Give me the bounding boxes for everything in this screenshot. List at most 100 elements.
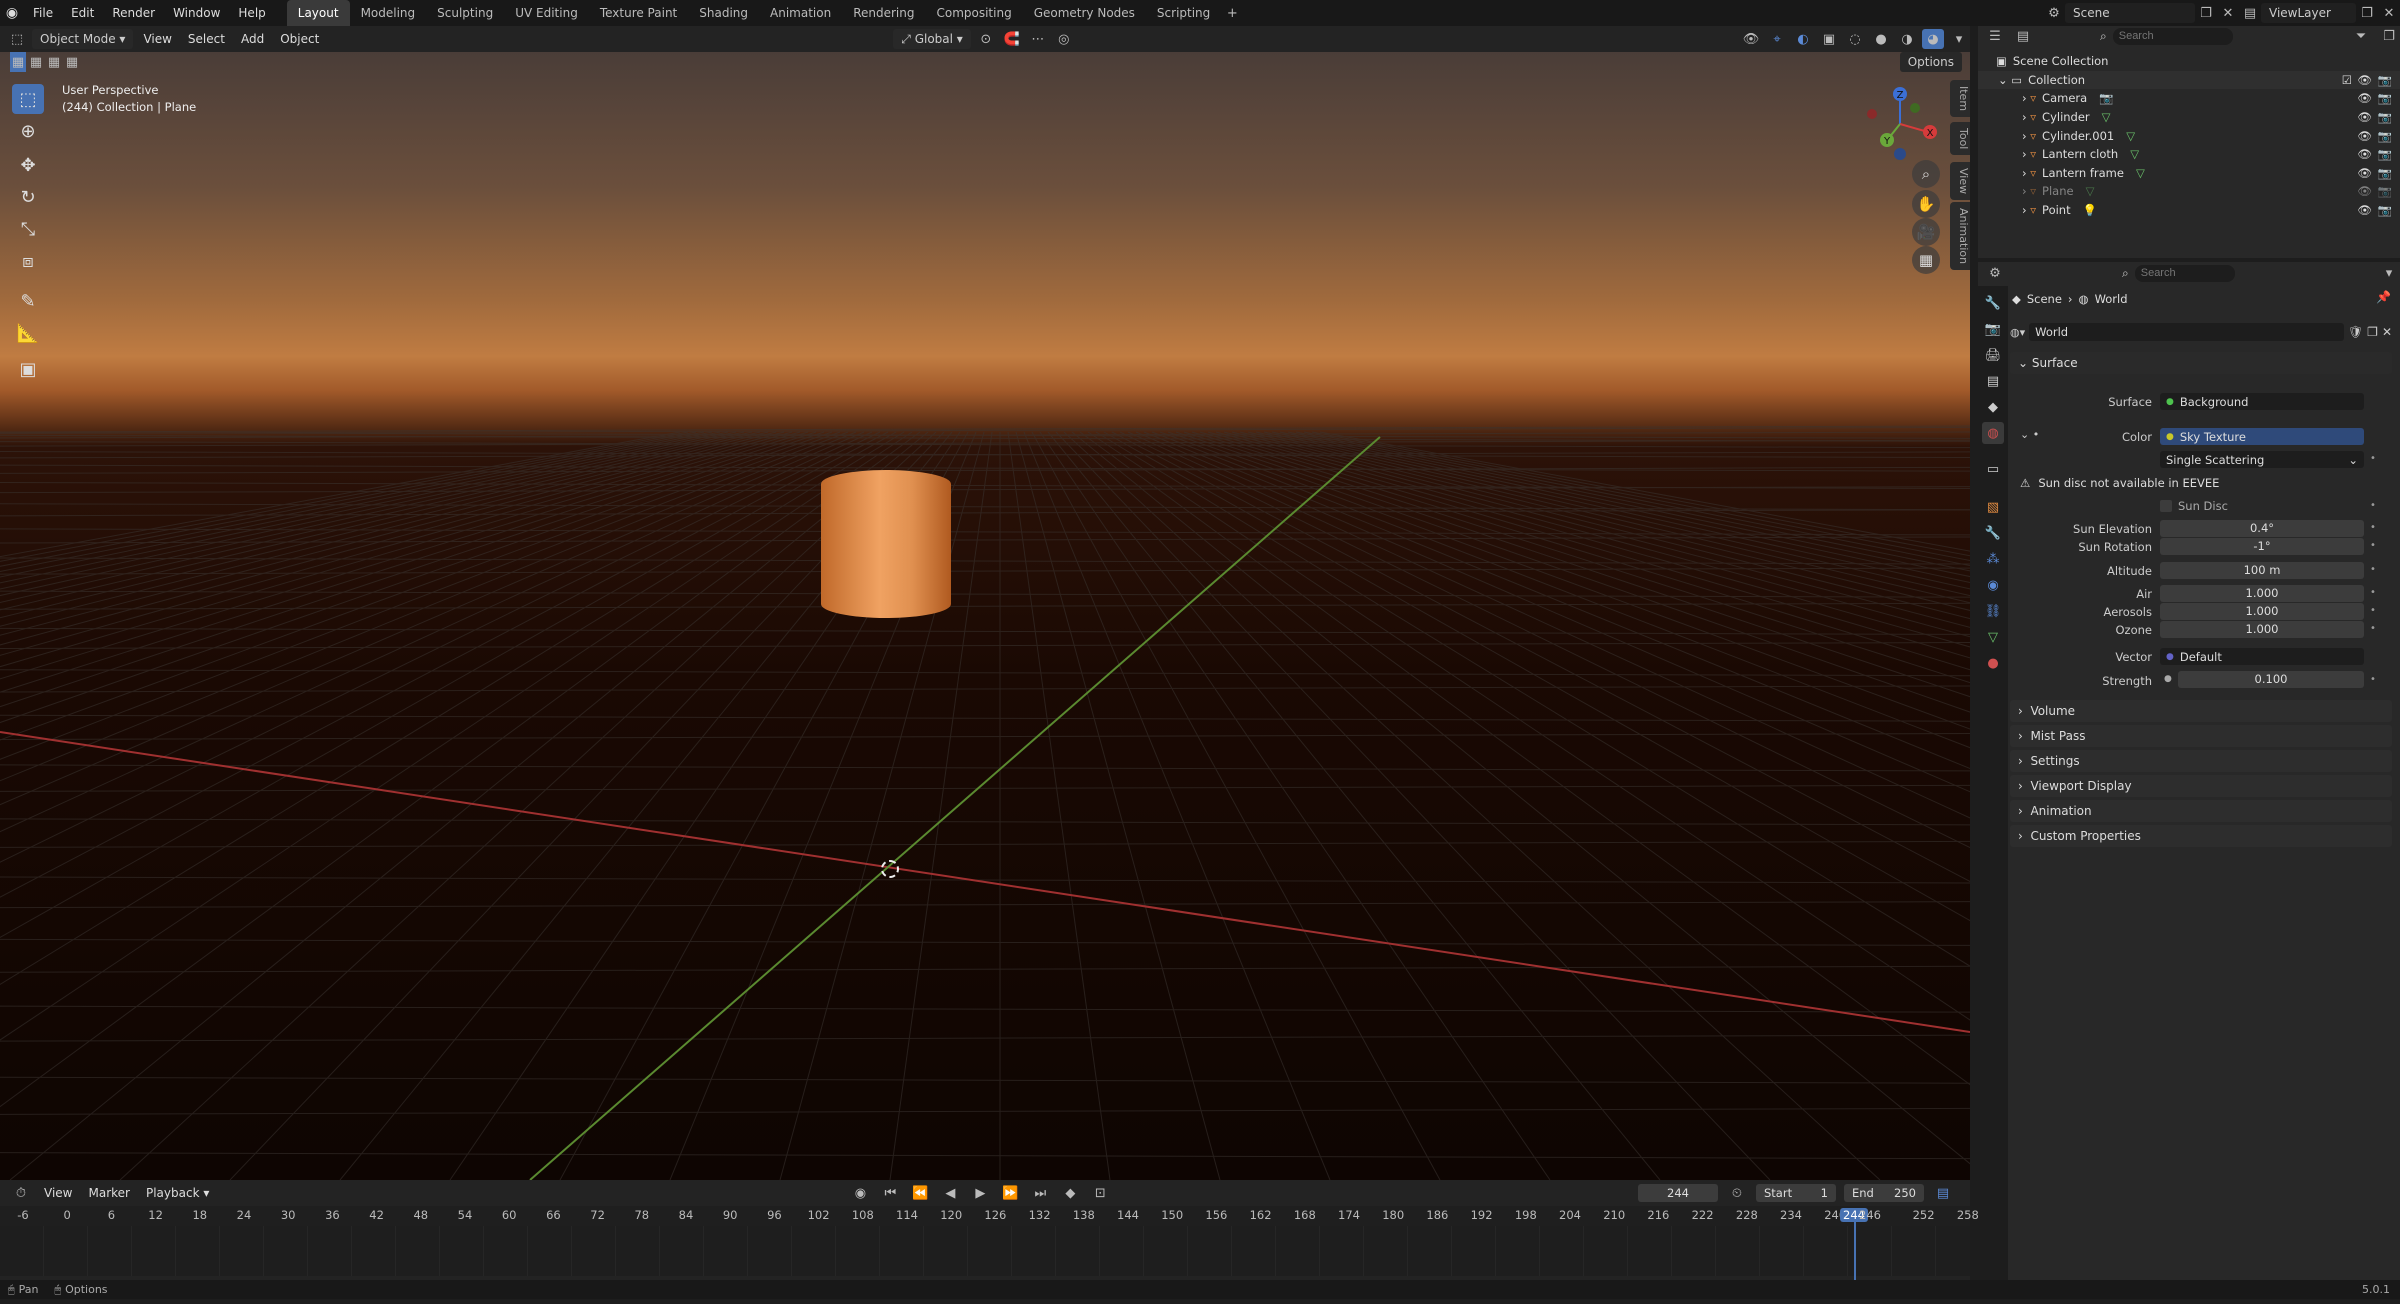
properties-search-input[interactable]: [2134, 264, 2235, 282]
menu-window[interactable]: Window: [164, 0, 229, 26]
item-render-icon[interactable]: 📷: [2378, 203, 2392, 217]
panel-header-custom-properties[interactable]: › Custom Properties: [2010, 825, 2392, 847]
viewport-menu-object[interactable]: Object: [274, 26, 325, 52]
end-frame-field[interactable]: End 250: [1844, 1184, 1924, 1202]
view-layer-icon[interactable]: ▤: [2239, 3, 2261, 23]
world-browse-icon[interactable]: ◍▾: [2010, 326, 2025, 339]
tab-uv-editing[interactable]: UV Editing: [504, 0, 589, 26]
expand-icon[interactable]: ›: [2022, 110, 2030, 124]
tab-texture-paint[interactable]: Texture Paint: [589, 0, 688, 26]
menu-render[interactable]: Render: [103, 0, 164, 26]
sky-field-input[interactable]: -1°: [2160, 538, 2364, 555]
tab-layout[interactable]: Layout: [286, 0, 350, 26]
transform-orientation-dropdown[interactable]: ⤢ Global ▾: [893, 29, 971, 49]
panel-header-volume[interactable]: › Volume: [2010, 700, 2392, 722]
item-visibility-icon[interactable]: 👁: [2357, 166, 2372, 180]
zoom-icon[interactable]: ⌕: [1912, 160, 1940, 188]
tab-compositing[interactable]: Compositing: [925, 0, 1022, 26]
select-extend-icon[interactable]: ▦: [28, 52, 44, 72]
properties-editor-type-icon[interactable]: ⚙: [1984, 263, 2006, 283]
3d-cursor-icon[interactable]: [881, 860, 899, 878]
shading-rendered-icon[interactable]: ◕: [1922, 29, 1944, 49]
color-input-field[interactable]: ● Sky Texture: [2160, 428, 2364, 445]
select-new-icon[interactable]: ▦: [10, 52, 26, 72]
expand-icon[interactable]: ›: [2022, 184, 2030, 198]
output-tab-icon[interactable]: 🖨: [1982, 344, 2004, 366]
sky-field-keyframe-dot[interactable]: •: [2370, 564, 2376, 575]
menu-file[interactable]: File: [24, 0, 62, 26]
constraints-tab-icon[interactable]: ⛓: [1982, 600, 2004, 622]
camera-view-icon[interactable]: 🎥: [1912, 218, 1940, 246]
tool-tab-icon[interactable]: 🔧: [1982, 292, 2004, 314]
view-layer-name-field[interactable]: ViewLayer: [2261, 3, 2356, 23]
item-visibility-icon[interactable]: 👁: [2357, 91, 2372, 105]
tab-rendering[interactable]: Rendering: [842, 0, 925, 26]
panel-header-settings[interactable]: › Settings: [2010, 750, 2392, 772]
collection-checkbox[interactable]: ☑: [2342, 73, 2352, 87]
expand-icon[interactable]: ›: [2022, 166, 2030, 180]
render-tab-icon[interactable]: 📷: [1982, 318, 2004, 340]
sky-field-input[interactable]: 1.000: [2160, 621, 2364, 638]
item-visibility-icon[interactable]: 👁: [2357, 203, 2372, 217]
sky-field-keyframe-dot[interactable]: •: [2370, 623, 2376, 634]
outliner-editor-type-icon[interactable]: ☰: [1984, 26, 2006, 46]
outliner-item-row[interactable]: › ▿ Point 💡 👁 📷: [1978, 201, 2400, 220]
scene-name-field[interactable]: Scene: [2065, 3, 2195, 23]
item-visibility-icon[interactable]: 👁: [2357, 184, 2372, 198]
expand-icon[interactable]: ›: [2022, 91, 2030, 105]
sky-field-input[interactable]: 1.000: [2160, 585, 2364, 602]
snap-icon[interactable]: 🧲: [1001, 29, 1023, 49]
play-icon[interactable]: ▶: [969, 1183, 991, 1203]
item-visibility-icon[interactable]: 👁: [2357, 129, 2372, 143]
sky-field-input[interactable]: 1.000: [2160, 603, 2364, 620]
xray-icon[interactable]: ▣: [1818, 29, 1840, 49]
cylinder-object[interactable]: [821, 470, 951, 618]
visibility-icon[interactable]: 👁: [1740, 29, 1762, 49]
fake-user-icon[interactable]: 🛡: [2348, 325, 2363, 339]
item-visibility-icon[interactable]: 👁: [2357, 110, 2372, 124]
cursor-tool-icon[interactable]: ⊕: [12, 116, 44, 146]
duplicate-world-icon[interactable]: ❐: [2367, 325, 2378, 339]
jump-keyframe-forward-icon[interactable]: ⏩: [999, 1183, 1021, 1203]
overlay-toggle-icon[interactable]: ◐: [1792, 29, 1814, 49]
keying-set-icon[interactable]: ⊡: [1089, 1183, 1111, 1203]
sun-disc-checkbox-row[interactable]: Sun Disc: [2160, 497, 2228, 515]
add-cube-tool-icon[interactable]: ▣: [12, 354, 44, 384]
gizmo-toggle-icon[interactable]: ⌖: [1766, 29, 1788, 49]
measure-tool-icon[interactable]: 📐: [12, 318, 44, 348]
shading-solid-icon[interactable]: ●: [1870, 29, 1892, 49]
strength-keyframe-dot[interactable]: •: [2370, 674, 2376, 685]
jump-end-icon[interactable]: ⏭: [1029, 1183, 1051, 1203]
new-collection-icon[interactable]: ❐: [2378, 26, 2400, 46]
rotate-tool-icon[interactable]: ↻: [12, 182, 44, 212]
panel-header-mist-pass[interactable]: › Mist Pass: [2010, 725, 2392, 747]
proportional-edit-icon[interactable]: ◎: [1053, 29, 1075, 49]
surface-panel-header[interactable]: ⌄ Surface: [2010, 352, 2392, 374]
viewport-menu-add[interactable]: Add: [235, 26, 270, 52]
menu-edit[interactable]: Edit: [62, 0, 103, 26]
item-render-icon[interactable]: 📷: [2378, 110, 2392, 124]
preview-range-icon[interactable]: ⏲: [1726, 1183, 1748, 1203]
select-intersect-icon[interactable]: ▦: [64, 52, 80, 72]
display-mode-icon[interactable]: ▤: [2012, 26, 2034, 46]
outliner-item-row[interactable]: › ▿ Plane ▽ 👁 📷: [1978, 182, 2400, 201]
sky-field-keyframe-dot[interactable]: •: [2370, 605, 2376, 616]
new-scene-icon[interactable]: ❐: [2195, 3, 2217, 23]
auto-keying-icon[interactable]: ◉: [849, 1183, 871, 1203]
sky-field-keyframe-dot[interactable]: •: [2370, 522, 2376, 533]
timeline-menu-marker[interactable]: Marker: [84, 1180, 133, 1206]
sidebar-tab-animation[interactable]: Animation: [1950, 202, 1970, 271]
vector-input-field[interactable]: ● Default: [2160, 648, 2364, 665]
tab-shading[interactable]: Shading: [688, 0, 759, 26]
filter-icon[interactable]: ⏷: [2350, 26, 2372, 46]
sky-type-keyframe-dot[interactable]: •: [2370, 453, 2376, 464]
sky-type-dropdown[interactable]: Single Scattering ⌄: [2160, 451, 2364, 468]
world-tab-icon[interactable]: ◍: [1982, 422, 2004, 444]
collection-render-icon[interactable]: 📷: [2378, 73, 2392, 87]
collection-row[interactable]: ⌄ ▭ Collection ☑ 👁 📷: [1978, 70, 2400, 90]
navigation-gizmo[interactable]: Z X Y: [1860, 84, 1940, 164]
outliner-item-row[interactable]: › ▿ Camera 📷 👁 📷: [1978, 89, 2400, 108]
collection-visibility-icon[interactable]: 👁: [2357, 73, 2372, 87]
timeline-menu-playback[interactable]: Playback ▾: [142, 1180, 213, 1206]
color-expand-icon[interactable]: ⌄ •: [2020, 428, 2039, 441]
